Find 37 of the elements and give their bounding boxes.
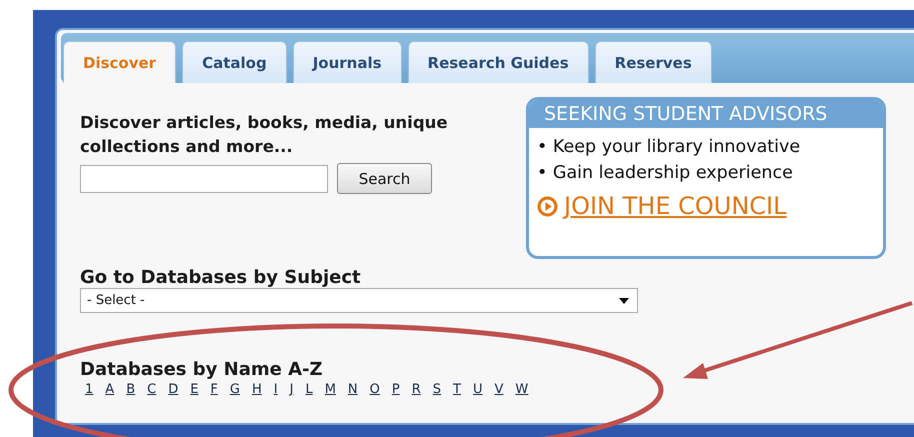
search-button[interactable]: Search (337, 163, 432, 194)
letter-link[interactable]: G (230, 382, 240, 397)
letter-link[interactable]: N (348, 382, 358, 397)
letter-link[interactable]: J (290, 382, 294, 397)
letter-link[interactable]: F (210, 382, 218, 397)
letter-link[interactable]: L (305, 382, 313, 397)
promo-bullet: • Gain leadership experience (537, 162, 794, 185)
letter-link[interactable]: O (370, 382, 380, 397)
subject-select[interactable]: - Select - (80, 288, 638, 313)
letter-link[interactable]: D (168, 382, 178, 397)
letter-link[interactable]: A (105, 382, 114, 397)
play-icon (537, 196, 558, 216)
letter-link[interactable]: B (126, 382, 136, 397)
letter-link[interactable]: V (494, 382, 504, 397)
search-heading: Discover articles, books, media, unique collections and more... (80, 112, 449, 158)
letter-link[interactable]: R (412, 382, 421, 397)
promo-bullet: • Keep your library innovative (537, 136, 802, 159)
letter-link[interactable]: I (274, 382, 278, 397)
letter-link[interactable]: S (432, 382, 442, 397)
letter-link[interactable]: 1 (85, 382, 94, 397)
letter-link[interactable]: U (473, 382, 483, 397)
az-heading: Databases by Name A-Z (80, 359, 324, 380)
letter-link[interactable]: C (147, 382, 156, 397)
tab[interactable]: Journals (292, 41, 402, 83)
subject-heading: Go to Databases by Subject (80, 267, 362, 288)
tab[interactable]: Reserves (594, 41, 712, 83)
letter-link[interactable]: H (252, 382, 262, 397)
letter-link[interactable]: M (324, 382, 336, 397)
letter-link[interactable]: E (190, 382, 198, 397)
letter-link[interactable]: P (392, 382, 400, 397)
letter-link[interactable]: T (453, 382, 461, 397)
promo-title: SEEKING STUDENT ADVISORS (529, 100, 883, 128)
letter-link[interactable]: W (515, 382, 528, 397)
tab[interactable]: Catalog (182, 41, 287, 83)
tab[interactable]: Research Guides (408, 41, 589, 83)
search-field[interactable] (80, 164, 328, 192)
caret-icon (619, 298, 629, 304)
